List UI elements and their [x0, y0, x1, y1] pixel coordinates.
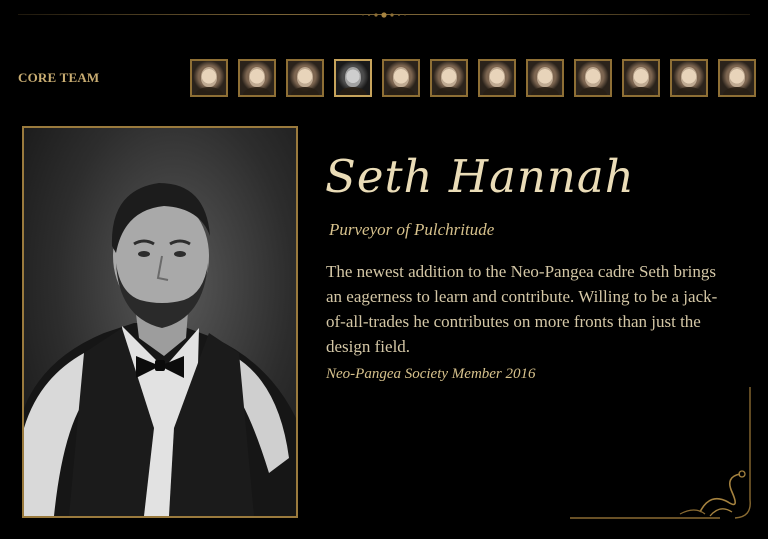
corner-flourish-icon	[570, 387, 751, 519]
team-member-thumbnail-selected[interactable]	[334, 59, 372, 97]
profile-name: Seth Hannah	[325, 150, 635, 203]
team-member-thumbnail[interactable]	[718, 59, 756, 97]
team-member-thumbnail[interactable]	[526, 59, 564, 97]
profile-membership: Neo-Pangea Society Member 2016	[326, 366, 536, 382]
portrait-illustration	[24, 183, 296, 516]
team-member-thumbnail[interactable]	[190, 59, 228, 97]
team-thumbnail-strip	[190, 59, 756, 97]
divider-ornament-icon	[362, 12, 406, 18]
team-member-thumbnail[interactable]	[670, 59, 708, 97]
team-member-thumbnail[interactable]	[382, 59, 420, 97]
profile-portrait	[22, 126, 298, 518]
section-label: CORE TEAM	[18, 70, 100, 85]
team-member-thumbnail[interactable]	[622, 59, 660, 97]
team-member-thumbnail[interactable]	[286, 59, 324, 97]
team-member-thumbnail[interactable]	[478, 59, 516, 97]
profile-bio: The newest addition to the Neo-Pangea ca…	[326, 262, 718, 356]
profile-title: Purveyor of Pulchritude	[329, 220, 495, 239]
team-member-thumbnail[interactable]	[574, 59, 612, 97]
team-member-thumbnail[interactable]	[238, 59, 276, 97]
team-member-thumbnail[interactable]	[430, 59, 468, 97]
